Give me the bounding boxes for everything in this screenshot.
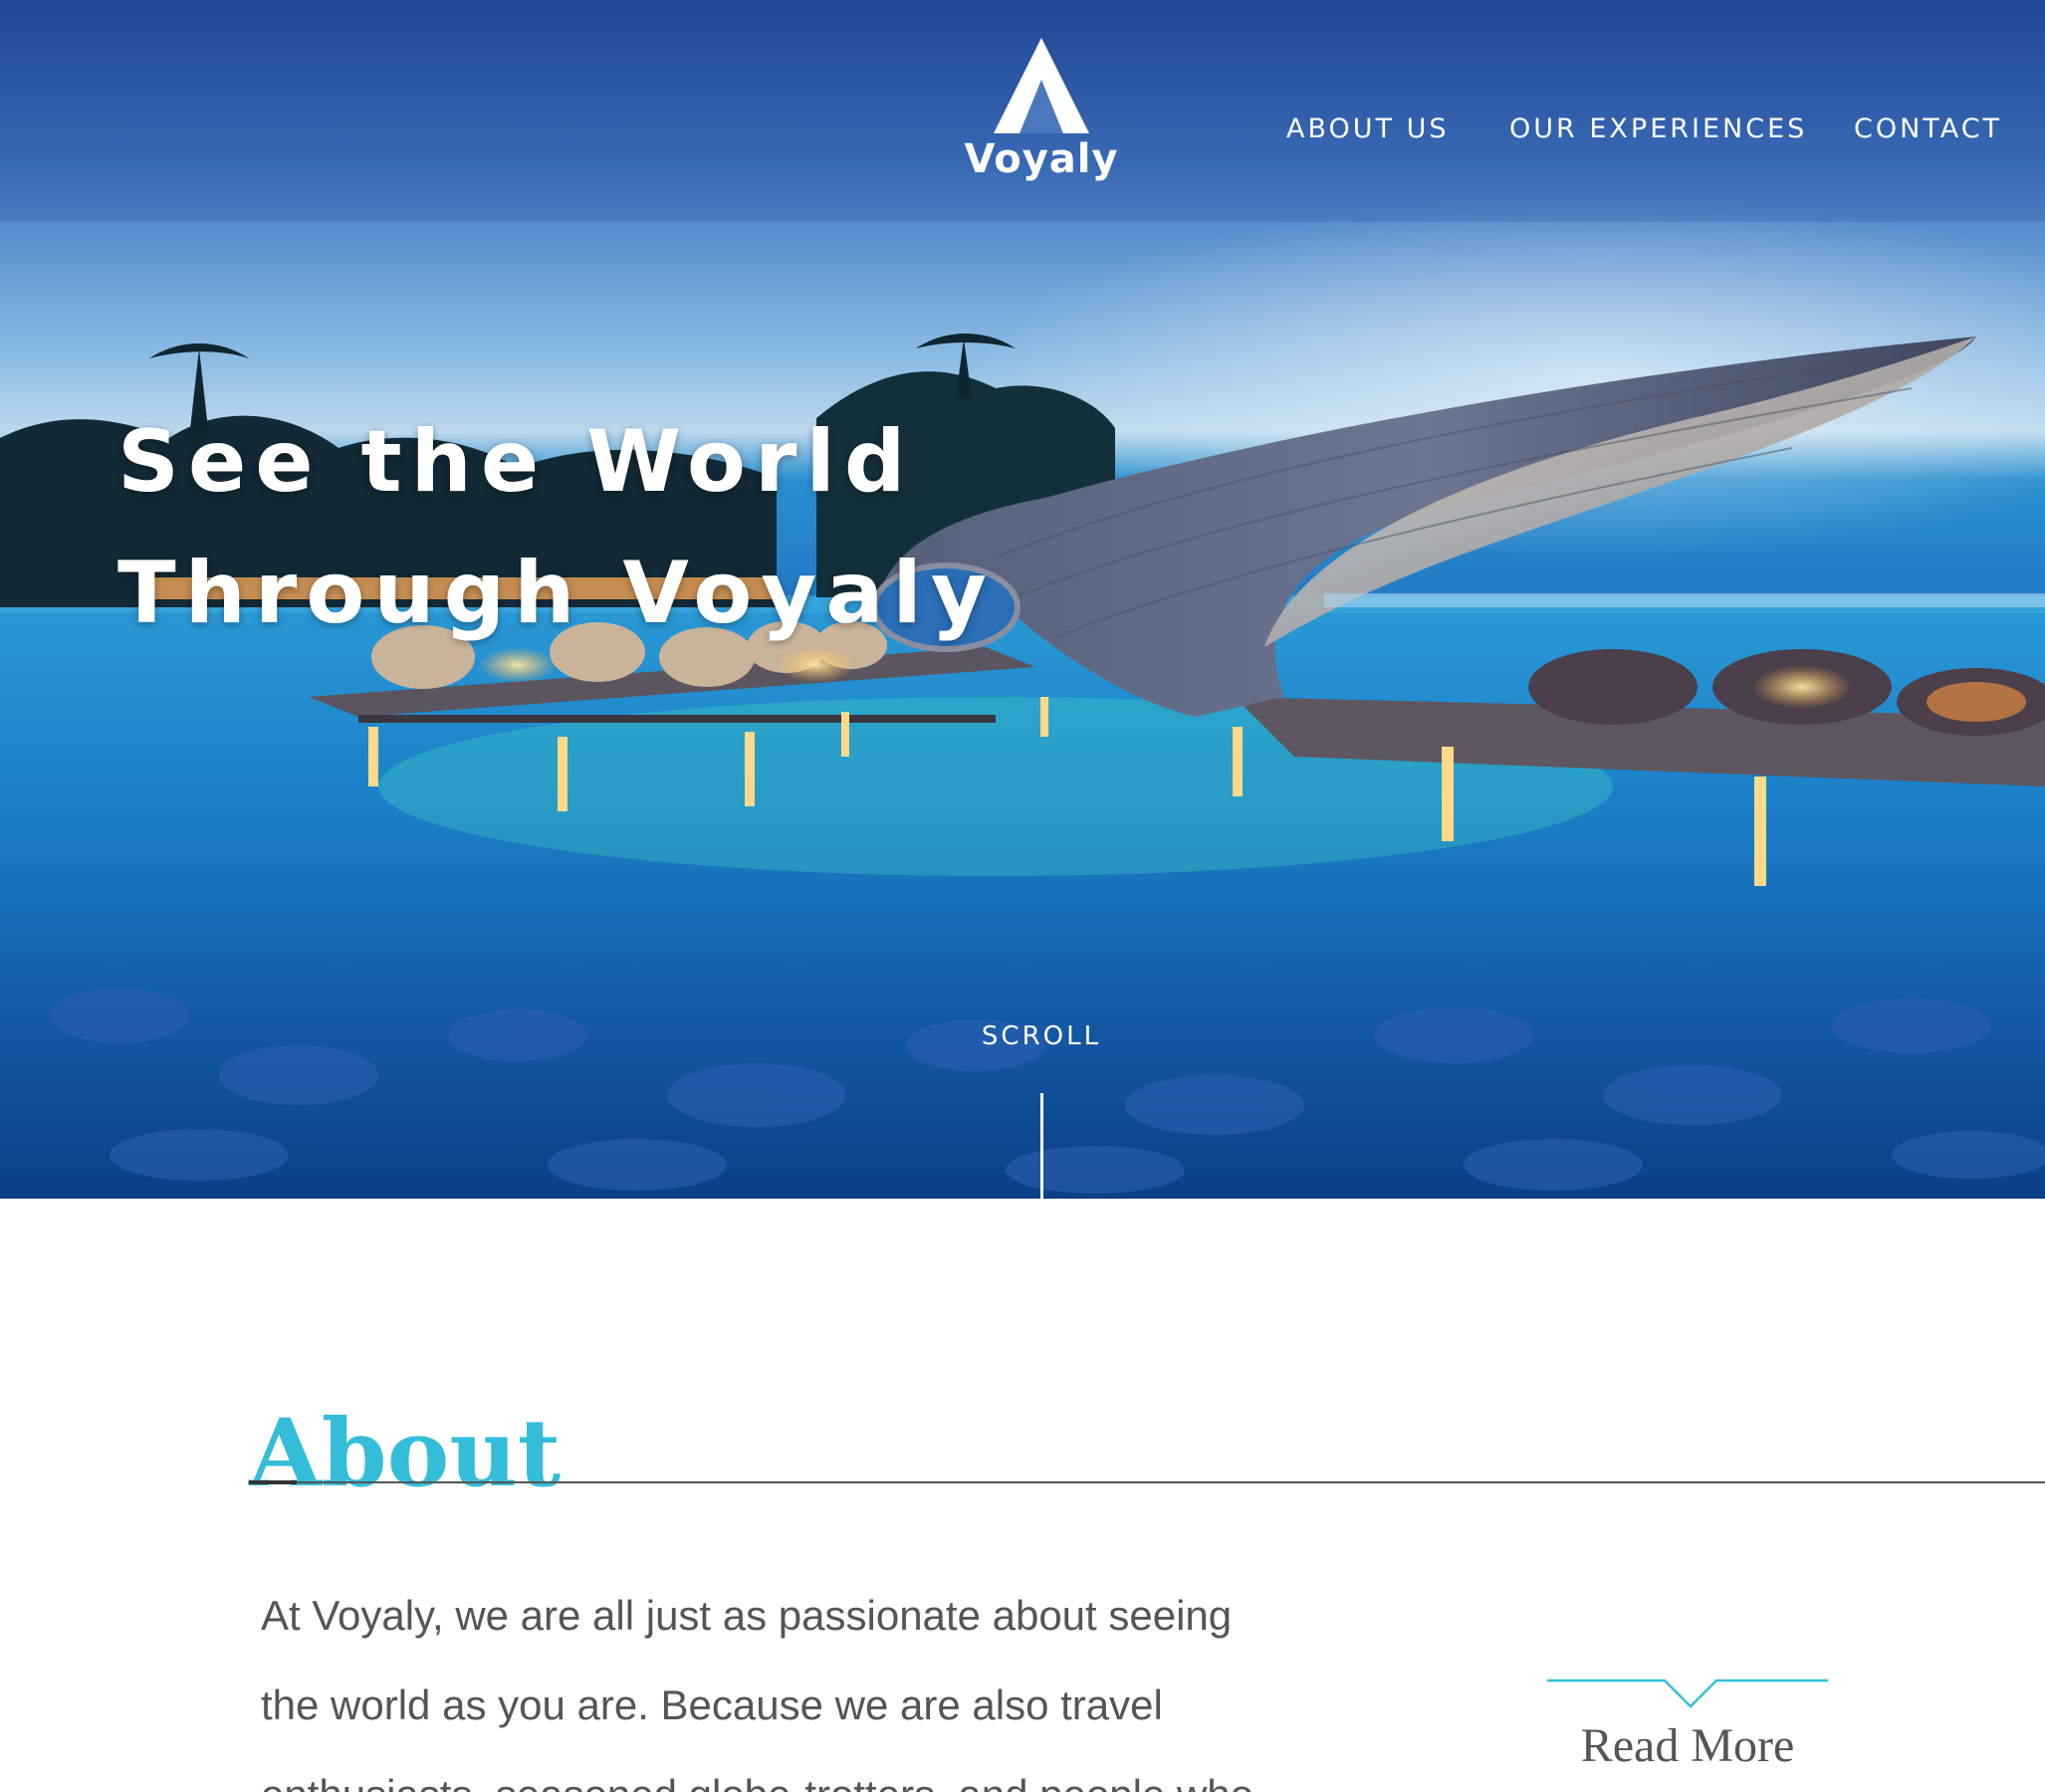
nav-about-us[interactable]: ABOUT US <box>1286 110 1450 149</box>
read-more-label: Read More <box>1580 1719 1795 1772</box>
about-title: About <box>249 1399 562 1509</box>
chevron-down-icon <box>1547 1679 1828 1708</box>
about-body-line: enthusiasts, seasoned globe-trotters, an… <box>261 1750 1396 1792</box>
hero-headline-line-1: See the World <box>117 411 915 512</box>
read-more-button[interactable]: Read More <box>1545 1675 1830 1784</box>
hero-headline: See the World Through Voyaly <box>117 396 996 659</box>
about-body-line: At Voyaly, we are all just as passionate… <box>261 1592 1233 1639</box>
voyaly-logo-icon <box>994 38 1089 133</box>
brand-logo[interactable]: Voyaly <box>962 36 1121 185</box>
nav-contact[interactable]: CONTACT <box>1854 110 2002 149</box>
scroll-indicator-line <box>1040 1093 1043 1199</box>
about-divider <box>249 1481 2045 1483</box>
about-body-text: At Voyaly, we are all just as passionate… <box>261 1571 1396 1792</box>
about-divider-accent <box>249 1480 297 1484</box>
page: Voyaly ABOUT US OUR EXPERIENCES CONTACT … <box>0 0 2045 1792</box>
brand-name: Voyaly <box>964 136 1119 182</box>
scroll-indicator-label[interactable]: SCROLL <box>956 1021 1127 1051</box>
nav-our-experiences[interactable]: OUR EXPERIENCES <box>1509 110 1807 149</box>
hero-section: Voyaly ABOUT US OUR EXPERIENCES CONTACT … <box>0 0 2045 1199</box>
hero-headline-line-2: Through Voyaly <box>117 543 996 643</box>
about-body-line: the world as you are. Because we are als… <box>261 1681 1163 1728</box>
